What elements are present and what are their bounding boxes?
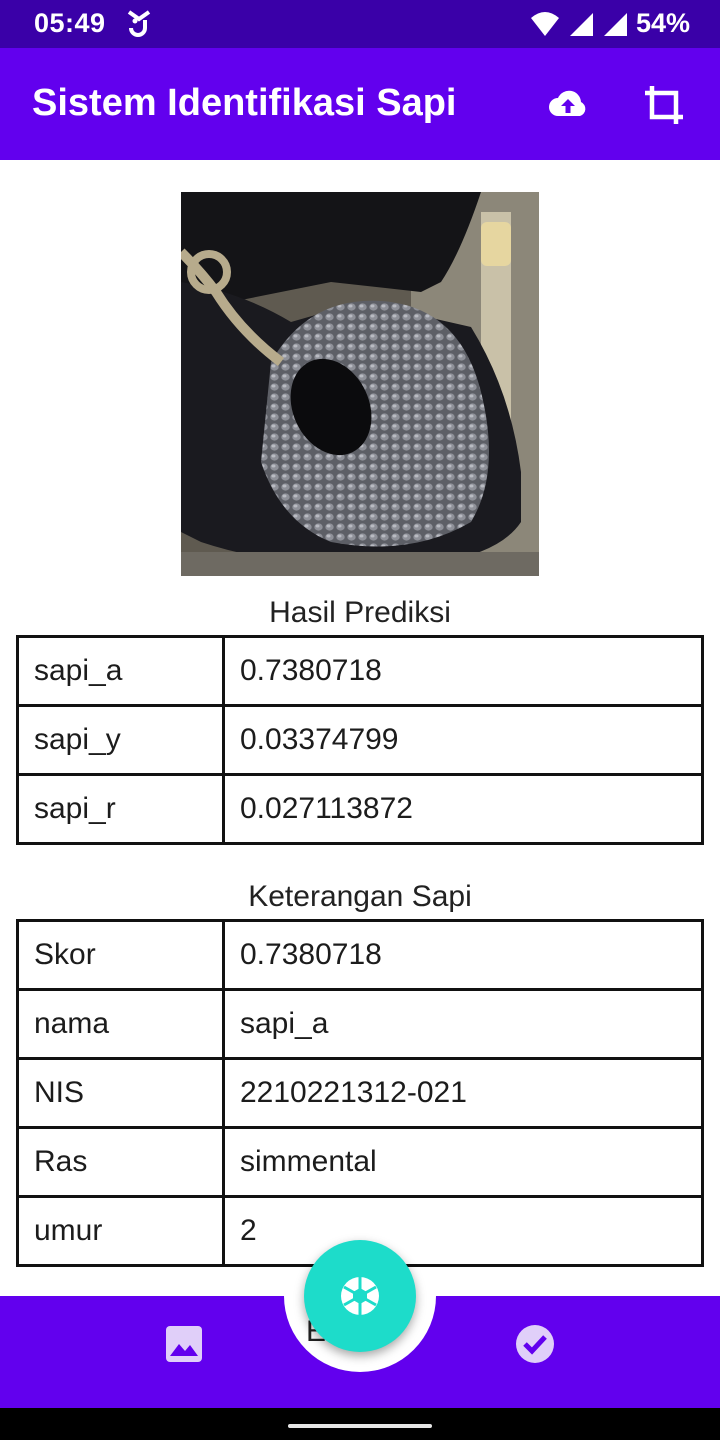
table-row: sapi_r 0.027113872 — [16, 773, 704, 845]
table-cell-label: sapi_y — [16, 704, 225, 776]
cow-muzzle-image — [181, 192, 539, 576]
status-bar: 05:49 54% — [0, 0, 720, 48]
table-cell-label: sapi_a — [16, 635, 225, 707]
table-cell-label: NIS — [16, 1057, 225, 1129]
table-row: NIS 2210221312-021 — [16, 1057, 704, 1129]
table-row: Skor 0.7380718 — [16, 919, 704, 991]
page-title: Sistem Identifikasi Sapi — [32, 82, 457, 124]
check-circle-icon[interactable] — [515, 1324, 555, 1364]
camera-capture-button[interactable] — [304, 1240, 416, 1352]
wifi-icon — [530, 11, 559, 36]
signal-icon-2 — [603, 12, 627, 36]
crop-icon[interactable] — [641, 82, 687, 128]
details-table: Skor 0.7380718 nama sapi_a NIS 221022131… — [16, 919, 704, 1267]
app-bar: Sistem Identifikasi Sapi — [0, 48, 720, 160]
table-cell-label: Skor — [16, 919, 225, 991]
table-cell-value: simmental — [222, 1126, 704, 1198]
status-indicators: 54% — [530, 8, 690, 39]
details-title: Keterangan Sapi — [248, 880, 472, 913]
status-time: 05:49 — [34, 8, 106, 38]
table-cell-value: 2 — [222, 1195, 704, 1267]
camera-shutter-icon — [341, 1277, 379, 1315]
table-row: nama sapi_a — [16, 988, 704, 1060]
table-row: sapi_y 0.03374799 — [16, 704, 704, 776]
cloud-upload-icon[interactable] — [545, 82, 591, 128]
table-cell-value: sapi_a — [222, 988, 704, 1060]
table-cell-label: nama — [16, 988, 225, 1060]
signal-icon — [569, 12, 593, 36]
table-cell-label: Ras — [16, 1126, 225, 1198]
notification-icon — [127, 10, 151, 37]
table-row: sapi_a 0.7380718 — [16, 635, 704, 707]
table-cell-value: 2210221312-021 — [222, 1057, 704, 1129]
table-cell-value: 0.7380718 — [222, 635, 704, 707]
gallery-icon[interactable] — [164, 1324, 204, 1364]
battery-percent: 54% — [635, 8, 690, 38]
table-cell-value: 0.03374799 — [222, 704, 704, 776]
table-cell-label: umur — [16, 1195, 225, 1267]
table-cell-value: 0.027113872 — [222, 773, 704, 845]
table-row: Ras simmental — [16, 1126, 704, 1198]
table-cell-label: sapi_r — [16, 773, 225, 845]
home-gesture-handle[interactable] — [288, 1424, 432, 1428]
prediction-table: sapi_a 0.7380718 sapi_y 0.03374799 sapi_… — [16, 635, 704, 845]
table-cell-value: 0.7380718 — [222, 919, 704, 991]
prediction-title: Hasil Prediksi — [269, 596, 451, 629]
